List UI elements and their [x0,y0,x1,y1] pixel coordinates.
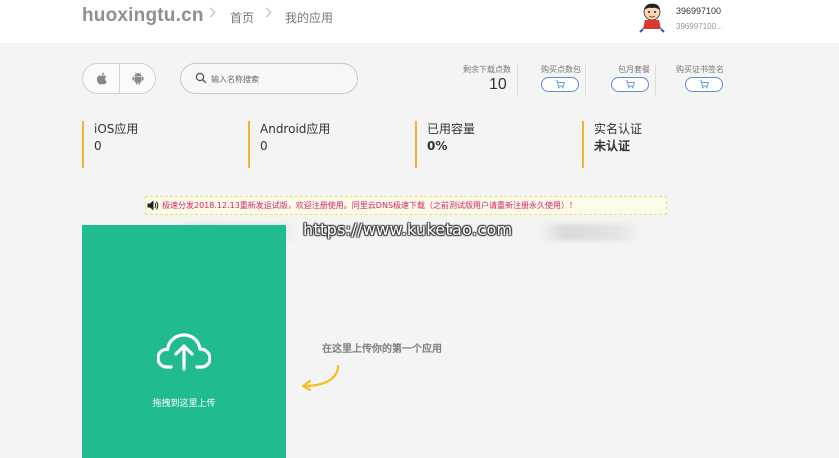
search-box [180,63,358,94]
buy-downloads-button[interactable] [541,77,579,92]
stats-divider [517,63,518,95]
breadcrumb-separator-icon [205,7,216,18]
card-value: 0% [427,139,448,153]
stats-divider [585,63,586,95]
platform-toggle [82,63,156,94]
top-header: huoxingtu.cn 首页 我的应用 396997100 396997100… [0,0,839,43]
monthly-plan-label: 包月套餐 [618,65,650,74]
avatar[interactable] [636,1,668,33]
card-real-name-verification[interactable]: 实名认证 未认证 [582,121,642,168]
site-logo[interactable]: huoxingtu.cn [82,5,204,27]
buy-cert-button[interactable] [685,77,723,92]
card-title: 已用容量 [427,122,476,136]
card-value: 0 [94,139,102,153]
announcement-bar: 极速分发2018.12.13重新发运试版，欢迎注册使用。同里云DNS极速下载（之… [145,196,667,215]
announcement-text[interactable]: 极速分发2018.12.13重新发运试版，欢迎注册使用。同里云DNS极速下载（之… [162,200,577,211]
card-title: iOS应用 [94,122,139,136]
cart-icon [555,80,565,89]
monthly-plan-button[interactable] [611,77,649,92]
downloads-remaining-value: 10 [489,76,507,93]
card-storage-used: 已用容量 0% [415,121,475,168]
android-filter-button[interactable] [120,64,156,93]
card-title: 实名认证 [594,122,643,136]
android-icon [132,72,144,85]
blurred-overlay [540,224,640,241]
card-value: 未认证 [594,139,631,153]
watermark-text: https://www.kuketao.com [303,220,513,239]
upload-dropzone-label: 拖拽到这里上传 [152,399,216,409]
buy-downloads-label: 购买点数包 [541,65,581,74]
search-input[interactable] [211,70,351,88]
ios-filter-button[interactable] [83,64,119,93]
cart-icon [625,80,635,89]
downloads-remaining-label: 剩余下载点数 [463,65,511,74]
speaker-icon [147,200,159,211]
buy-cert-label: 购买证书签名 [676,65,724,74]
stats-divider [655,63,656,95]
upload-hint: 在这里上传你的第一个应用 [322,344,442,355]
card-android-apps[interactable]: Android应用 0 [248,121,330,168]
apple-icon [96,72,107,85]
breadcrumb-separator-icon [261,7,272,18]
card-ios-apps[interactable]: iOS应用 0 [82,121,138,168]
upload-dropzone[interactable] [82,225,286,458]
breadcrumb-home[interactable]: 首页 [230,9,254,26]
curved-arrow-icon [301,364,340,392]
user-name[interactable]: 396997100 [676,6,721,16]
cart-icon [699,80,709,89]
cloud-upload-icon [157,333,211,371]
user-subtitle: 396997100... [676,22,723,31]
card-title: Android应用 [260,122,331,136]
breadcrumb-current: 我的应用 [285,11,334,25]
search-icon[interactable] [195,72,207,84]
card-value: 0 [260,139,268,153]
